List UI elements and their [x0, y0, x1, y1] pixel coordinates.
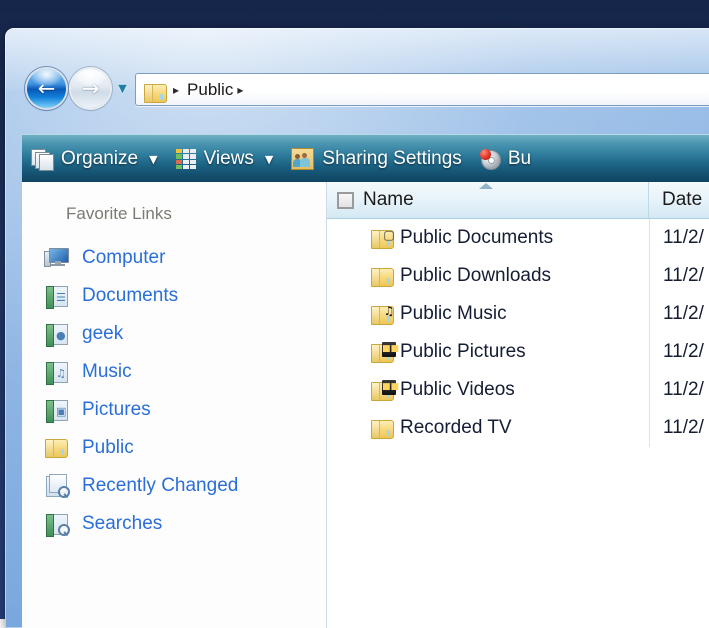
navigation-pane: Favorite Links Computer ☰ Documents ● ge…	[22, 182, 327, 628]
file-date-cell: 11/2/	[649, 257, 709, 295]
breadcrumb-separator-icon[interactable]: ▸	[237, 83, 243, 97]
music-icon: ♫	[44, 360, 69, 384]
sidebar-item-geek[interactable]: ● geek	[22, 315, 326, 353]
table-row[interactable]: ■■ Public Pictures 11/2/	[327, 333, 709, 371]
folder-documents-icon: ▢	[370, 227, 394, 249]
sidebar-item-searches[interactable]: Searches	[22, 505, 326, 543]
select-all-checkbox[interactable]	[337, 192, 354, 209]
file-name-label: Public Documents	[400, 227, 553, 249]
documents-icon: ☰	[44, 284, 69, 308]
forward-button[interactable]: →	[71, 69, 110, 108]
views-icon	[176, 149, 196, 169]
content-area: Favorite Links Computer ☰ Documents ● ge…	[22, 182, 709, 628]
sidebar-item-computer[interactable]: Computer	[22, 239, 326, 277]
file-date-cell: 11/2/	[649, 409, 709, 447]
table-row[interactable]: ♫ Public Music 11/2/	[327, 295, 709, 333]
file-date-cell: 11/2/	[649, 371, 709, 409]
file-name-label: Public Downloads	[400, 265, 551, 287]
table-row[interactable]: Public Downloads 11/2/	[327, 257, 709, 295]
table-row[interactable]: ▢ Public Documents 11/2/	[327, 219, 709, 257]
views-button[interactable]: Views ▼	[167, 135, 283, 183]
file-name-cell: Public Downloads	[327, 265, 649, 287]
file-name-cell: ■■ Public Pictures	[327, 341, 649, 363]
organize-icon	[31, 149, 53, 169]
sidebar-item-recently-changed[interactable]: Recently Changed	[22, 467, 326, 505]
sort-ascending-icon	[479, 183, 493, 189]
recent-pages-dropdown-button[interactable]: ▼	[115, 82, 130, 95]
file-name-cell: ▢ Public Documents	[327, 227, 649, 249]
favorite-links-header: Favorite Links	[22, 204, 326, 224]
sidebar-item-public[interactable]: Public	[22, 429, 326, 467]
table-row[interactable]: Recorded TV 11/2/	[327, 409, 709, 447]
sharing-settings-icon	[291, 148, 314, 170]
file-name-label: Recorded TV	[400, 417, 512, 439]
views-label: Views	[204, 148, 254, 170]
folder-icon	[143, 81, 163, 98]
chevron-down-icon: ▼	[149, 153, 157, 166]
file-name-label: Public Videos	[400, 379, 515, 401]
sidebar-item-pictures[interactable]: ▣ Pictures	[22, 391, 326, 429]
sidebar-item-documents[interactable]: ☰ Documents	[22, 277, 326, 315]
chevron-down-icon: ▼	[118, 82, 126, 95]
column-header-date-label: Date	[662, 189, 702, 211]
file-name-cell: ■■ Public Videos	[327, 379, 649, 401]
folder-pictures-icon: ■■	[370, 341, 394, 363]
contacts-icon: ●	[44, 322, 69, 346]
folder-videos-icon: ■■	[370, 379, 394, 401]
recently-changed-icon	[44, 474, 69, 498]
sidebar-item-label: Pictures	[82, 399, 151, 421]
file-name-label: Public Music	[400, 303, 507, 325]
column-header-name-label: Name	[363, 189, 414, 211]
address-bar[interactable]: ▸ Public ▸	[135, 73, 709, 106]
sidebar-item-label: Computer	[82, 247, 165, 269]
column-header-row: Name Date	[327, 182, 709, 219]
back-arrow-icon: ←	[27, 78, 66, 99]
breadcrumb-separator-icon: ▸	[173, 83, 179, 97]
file-list-pane: Name Date ▢ Public Documents 11/2/	[327, 182, 709, 628]
forward-arrow-icon: →	[71, 78, 110, 99]
chevron-down-icon: ▼	[265, 153, 273, 166]
folder-icon	[44, 436, 69, 460]
table-row[interactable]: ■■ Public Videos 11/2/	[327, 371, 709, 409]
back-button[interactable]: ←	[27, 69, 66, 108]
sidebar-item-label: Music	[82, 361, 132, 383]
burn-icon	[480, 149, 500, 169]
sharing-settings-label: Sharing Settings	[322, 148, 461, 170]
file-name-label: Public Pictures	[400, 341, 526, 363]
file-date-cell: 11/2/	[649, 219, 709, 257]
computer-icon	[44, 246, 69, 270]
sidebar-item-music[interactable]: ♫ Music	[22, 353, 326, 391]
burn-label: Bu	[508, 148, 531, 170]
sharing-settings-button[interactable]: Sharing Settings	[282, 135, 470, 183]
folder-icon	[370, 417, 394, 439]
sidebar-item-label: Public	[82, 437, 134, 459]
folder-music-icon: ♫	[370, 303, 394, 325]
file-name-cell: Recorded TV	[327, 417, 649, 439]
folder-icon	[370, 265, 394, 287]
command-toolbar: Organize ▼ Views ▼ Sharing Settings	[22, 134, 709, 183]
file-name-cell: ♫ Public Music	[327, 303, 649, 325]
navigation-row: ← → ▼ ▸ Public ▸	[5, 64, 709, 114]
organize-label: Organize	[61, 148, 138, 170]
sidebar-item-label: Documents	[82, 285, 178, 307]
column-header-date[interactable]: Date	[649, 182, 709, 218]
sidebar-item-label: geek	[82, 323, 123, 345]
file-list-rows: ▢ Public Documents 11/2/ Public Download…	[327, 219, 709, 628]
column-header-name[interactable]: Name	[327, 182, 649, 218]
organize-button[interactable]: Organize ▼	[22, 135, 167, 183]
explorer-window: ← → ▼ ▸ Public ▸ Organize ▼	[5, 28, 709, 628]
breadcrumb-public[interactable]: Public	[187, 80, 233, 100]
file-date-cell: 11/2/	[649, 333, 709, 371]
burn-button[interactable]: Bu	[471, 135, 540, 183]
sidebar-item-label: Recently Changed	[82, 475, 238, 497]
file-date-cell: 11/2/	[649, 295, 709, 333]
sidebar-item-label: Searches	[82, 513, 162, 535]
searches-icon	[44, 512, 69, 536]
pictures-icon: ▣	[44, 398, 69, 422]
